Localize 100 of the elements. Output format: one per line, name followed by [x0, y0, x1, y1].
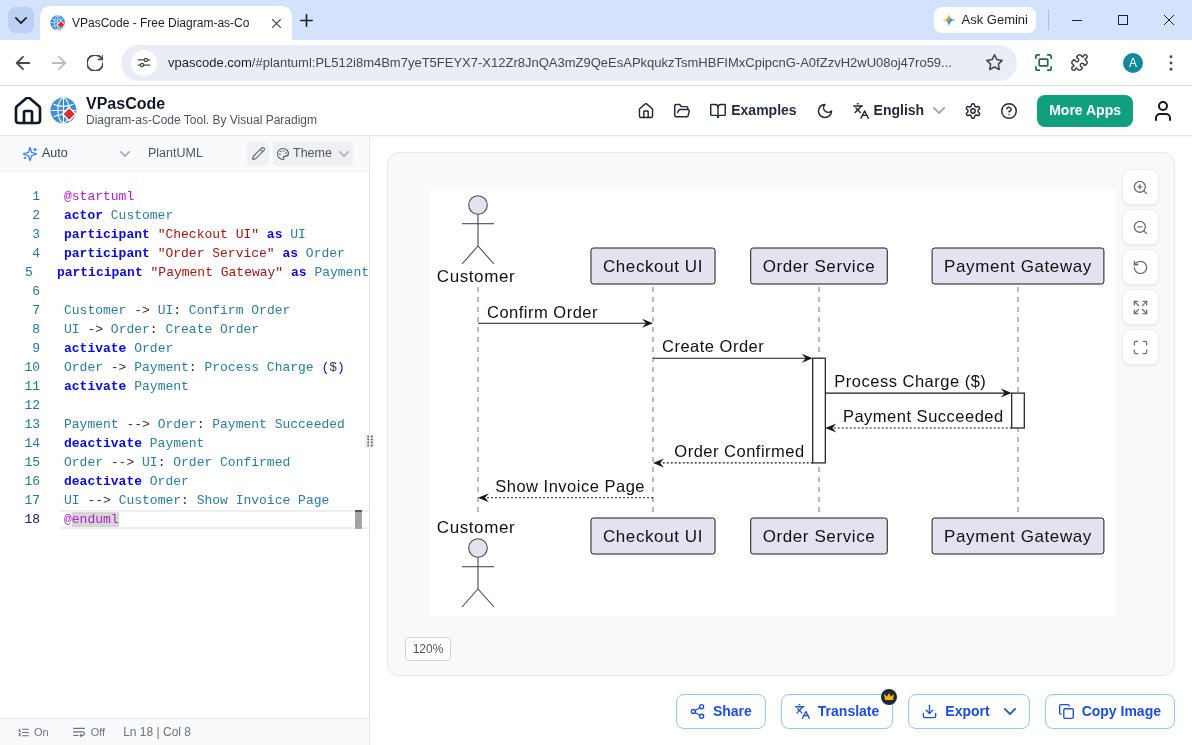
- settings-icon: [965, 102, 982, 119]
- sparkles-icon: [23, 146, 37, 161]
- participant-box: Checkout UI: [590, 517, 716, 555]
- reset-view-button[interactable]: [1122, 249, 1159, 285]
- code-line: Order --> UI: Order Confirmed: [64, 453, 291, 472]
- message-label: Process Charge ($): [834, 372, 987, 391]
- code-line: participant "Order Service" as Order: [64, 244, 345, 263]
- puzzle-icon: [1070, 54, 1088, 71]
- home-icon: [14, 96, 42, 125]
- actor-figure: [461, 538, 495, 608]
- dark-mode-button[interactable]: [816, 102, 833, 119]
- fullscreen-icon: [1133, 339, 1148, 355]
- chevron-down-icon: [15, 16, 27, 24]
- home-icon: [638, 102, 655, 119]
- actor-label: Customer: [436, 518, 516, 537]
- message-label: Create Order: [662, 337, 765, 356]
- grip-icon: [366, 435, 373, 447]
- line-number: 10: [23, 358, 40, 377]
- palette-icon: [277, 147, 289, 160]
- line-number: 6: [31, 282, 40, 301]
- chevron-down-icon: [120, 150, 130, 157]
- minimize-icon: [1072, 19, 1082, 21]
- share-button[interactable]: Share: [675, 694, 766, 729]
- tab-search-button[interactable]: [8, 7, 34, 33]
- participant-box: Payment Gateway: [931, 517, 1105, 555]
- export-button[interactable]: Export: [908, 694, 1030, 729]
- mode-select[interactable]: Auto: [18, 144, 130, 163]
- message-label: Confirm Order: [487, 302, 599, 321]
- actor-label: Customer: [436, 267, 516, 286]
- code-line: deactivate Order: [64, 472, 189, 491]
- line-number: 7: [31, 301, 40, 320]
- home-button[interactable]: [638, 102, 655, 119]
- code-line: actor Customer: [64, 206, 174, 225]
- book-icon: [710, 102, 727, 119]
- line-number: 11: [23, 377, 40, 396]
- code-line: Order -> Payment: Process Charge ($): [64, 358, 345, 377]
- fit-button[interactable]: [1122, 289, 1159, 325]
- star-icon: [985, 54, 1003, 71]
- site-favicon-icon: [50, 15, 66, 31]
- close-icon: [1164, 15, 1174, 25]
- close-icon: [271, 18, 281, 28]
- copy-image-button[interactable]: Copy Image: [1044, 694, 1175, 729]
- zoom-out-button[interactable]: [1122, 209, 1159, 245]
- help-icon: [1001, 102, 1018, 119]
- participant-box: Order Service: [750, 517, 888, 555]
- translate-icon: [852, 102, 869, 119]
- code-line: activate Order: [64, 339, 174, 358]
- folder-icon: [674, 102, 691, 119]
- app-home-button[interactable]: [14, 96, 42, 125]
- line-number: 12: [23, 396, 40, 415]
- edit-button[interactable]: [247, 141, 269, 166]
- pencil-icon: [251, 147, 265, 160]
- chevron-down-icon: [933, 107, 946, 114]
- line-number: 1: [31, 187, 40, 206]
- bookmark-button[interactable]: [985, 53, 1003, 72]
- code-line: UI -> Order: Create Order: [64, 320, 260, 339]
- line-number: 4: [31, 244, 40, 263]
- zoom-in-button[interactable]: [1122, 169, 1159, 205]
- zoom-level: 120%: [405, 637, 451, 661]
- language-select[interactable]: English: [852, 100, 946, 121]
- share-icon: [689, 704, 705, 719]
- site-info-button[interactable]: [131, 49, 157, 76]
- translate-icon: [794, 704, 810, 719]
- line-number: 5: [24, 263, 33, 282]
- tune-icon: [137, 57, 151, 68]
- translate-button[interactable]: Translate: [780, 694, 894, 729]
- screen-capture-icon: [1034, 54, 1052, 71]
- browser-tab[interactable]: VPasCode - Free Diagram-as-Co: [40, 6, 292, 40]
- maximize-icon: [1118, 15, 1128, 25]
- participant-box: Order Service: [750, 247, 888, 285]
- wrap-text-icon: [72, 726, 85, 738]
- examples-button[interactable]: Examples: [710, 100, 797, 121]
- cursor-marker: [355, 510, 362, 529]
- line-number: 16: [23, 472, 40, 491]
- fullscreen-button[interactable]: [1122, 329, 1159, 365]
- chevron-down-icon: [339, 150, 349, 157]
- line-numbers-toggle[interactable]: On: [18, 723, 49, 741]
- ask-gemini-button[interactable]: Ask Gemini: [933, 7, 1036, 33]
- code-line: Payment --> Order: Payment Succeeded: [64, 415, 345, 434]
- code-line: participant "Payment Gateway" as Payment: [56, 263, 369, 282]
- line-number: 8: [31, 320, 40, 339]
- rotate-left-icon: [1133, 259, 1148, 275]
- diagram-language-label: PlantUML: [148, 145, 203, 163]
- profile-avatar[interactable]: A: [1123, 52, 1143, 73]
- word-wrap-toggle[interactable]: Off: [72, 723, 106, 741]
- resize-handle[interactable]: [365, 434, 374, 448]
- reload-icon: [87, 54, 103, 71]
- settings-button[interactable]: [965, 102, 982, 119]
- account-button[interactable]: [1153, 100, 1173, 121]
- line-number: 14: [23, 434, 40, 453]
- more-vertical-icon: [1169, 54, 1173, 71]
- code-line: UI --> Customer: Show Invoice Page: [64, 491, 330, 510]
- help-button[interactable]: [1001, 102, 1018, 119]
- open-button[interactable]: [674, 102, 691, 119]
- line-number: 18: [23, 510, 40, 529]
- theme-select[interactable]: Theme: [273, 141, 353, 166]
- numbered-list-icon: [18, 726, 29, 738]
- code-line: participant "Checkout UI" as UI: [64, 225, 306, 244]
- participant-box: Checkout UI: [590, 247, 716, 285]
- tab-title: VPasCode - Free Diagram-as-Co: [72, 15, 251, 32]
